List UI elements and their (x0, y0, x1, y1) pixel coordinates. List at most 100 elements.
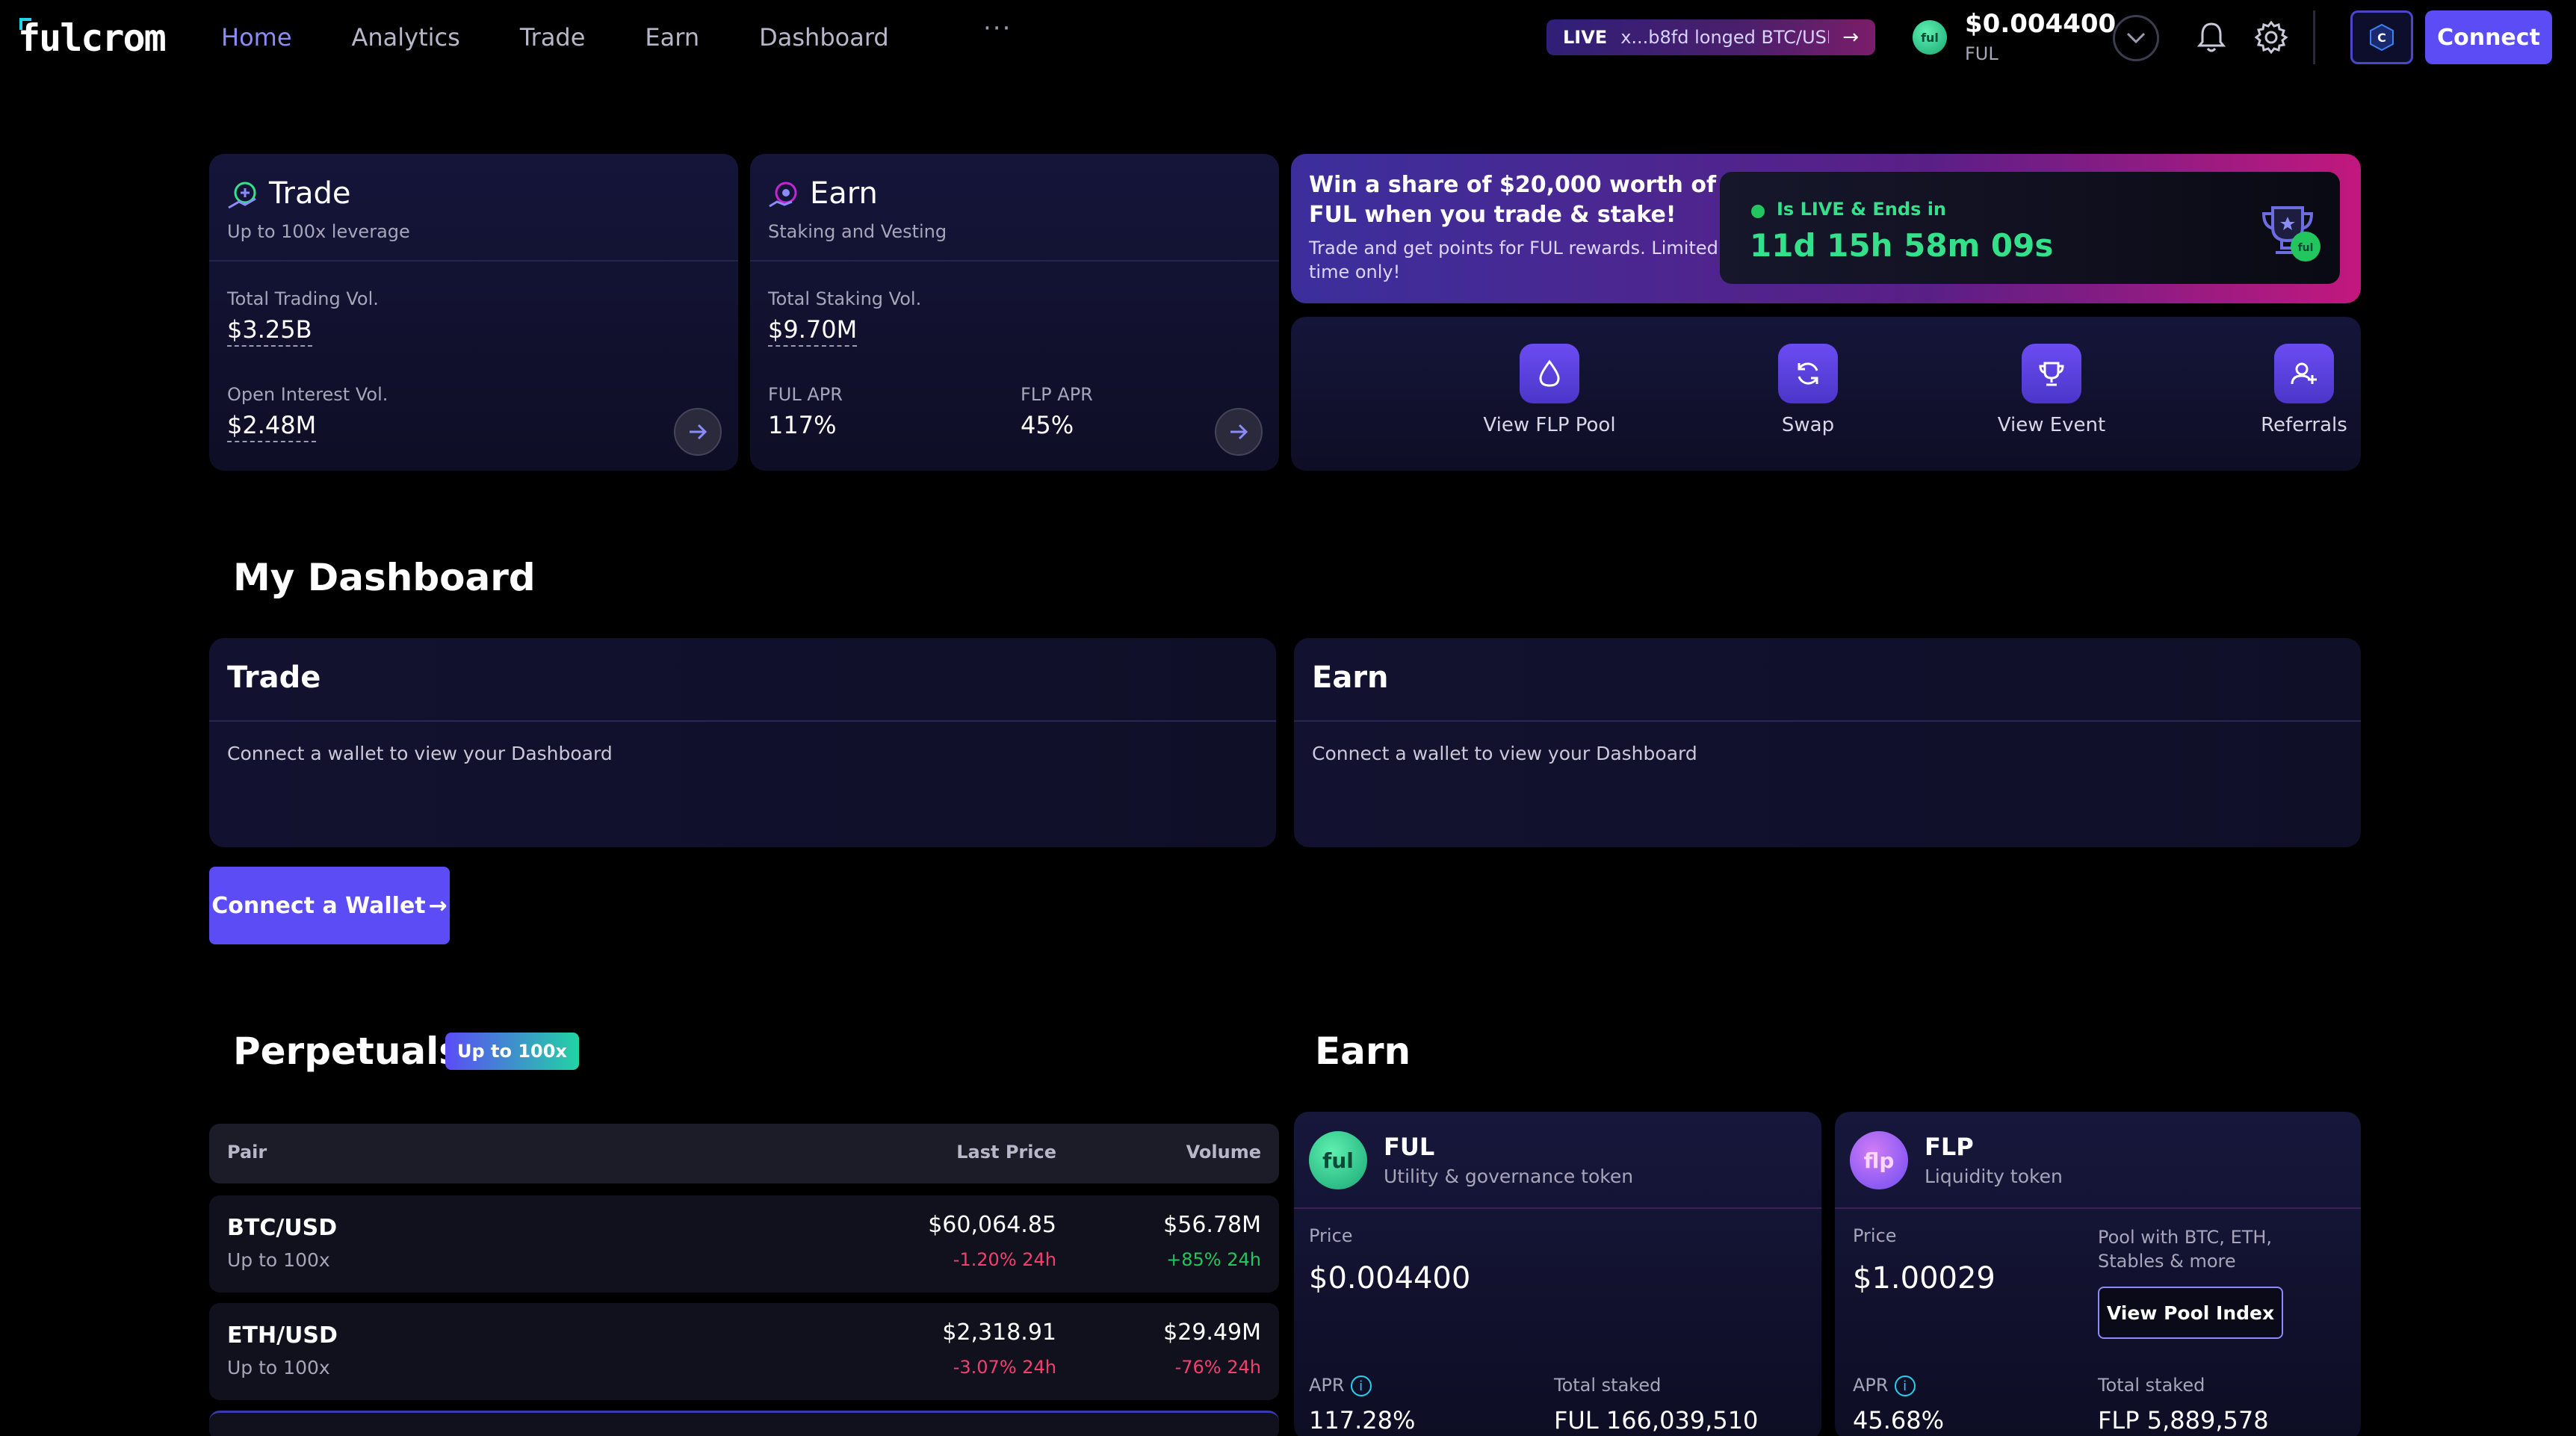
nav-links: Home Analytics Trade Earn Dashboard (221, 16, 949, 58)
volume: $56.78M (1163, 1212, 1261, 1238)
fulcrom-logo[interactable]: fulcrom (18, 12, 167, 64)
earn-go-button[interactable] (1215, 408, 1263, 456)
header-pair: Pair (227, 1142, 267, 1163)
connect-button[interactable]: Connect (2425, 10, 2552, 64)
view-flp-pool-link[interactable]: View FLP Pool (1460, 344, 1639, 436)
gear-icon[interactable] (2253, 19, 2289, 55)
network-selector-button[interactable]: C (2350, 10, 2413, 64)
nav-trade[interactable]: Trade (520, 16, 586, 58)
countdown-timer: 11d 15h 58m 09s (1750, 227, 2054, 264)
flp-apr-value: 45% (1021, 411, 1074, 439)
table-row-btc[interactable]: BTC/USD Up to 100x $60,064.85 -1.20% 24h… (209, 1195, 1279, 1293)
flp-token-card: flp FLP Liquidity token Price $1.00029 P… (1835, 1112, 2361, 1436)
token-dropdown-button[interactable] (2113, 15, 2159, 61)
trade-card-title: Trade (269, 176, 351, 211)
trophy-icon: ful (2261, 206, 2320, 261)
earn-section-title: Earn (1315, 1030, 1411, 1073)
promo-text: Win a share of $20,000 worth of FUL when… (1309, 170, 1727, 284)
ful-token-price: $0.004400 (1965, 9, 2117, 39)
ful-card-header: ful FUL Utility & governance token (1294, 1112, 1821, 1209)
promo-title: Win a share of $20,000 worth of FUL when… (1309, 172, 1717, 228)
volume: $29.49M (1163, 1319, 1261, 1346)
live-message: x...b8fd longed BTC/USD (1620, 27, 1830, 48)
flp-apr-label: APR i (1853, 1375, 1916, 1396)
logo-text: fulcrom (18, 16, 167, 60)
live-activity-ticker[interactable]: LIVE x...b8fd longed BTC/USD → (1546, 19, 1875, 55)
countdown-box: Is LIVE & Ends in 11d 15h 58m 09s ful (1720, 172, 2340, 284)
swap-link[interactable]: Swap (1718, 344, 1898, 436)
more-menu-icon[interactable]: ··· (983, 13, 1012, 43)
dashboard-trade-empty-message: Connect a wallet to view your Dashboard (227, 743, 613, 764)
nav-home[interactable]: Home (221, 16, 292, 58)
ful-price-label: Price (1309, 1225, 1353, 1246)
live-dot-icon (1751, 205, 1765, 218)
flp-desc: Liquidity token (1925, 1166, 2063, 1187)
dashboard-trade-title: Trade (227, 660, 321, 695)
referral-icon (2274, 344, 2334, 403)
nav-earn[interactable]: Earn (645, 16, 699, 58)
trade-card-header: Trade Up to 100x leverage (209, 154, 738, 261)
flp-name: FLP (1925, 1133, 1974, 1161)
ful-token-icon: ful (1913, 20, 1947, 55)
connect-wallet-button[interactable]: Connect a Wallet → (209, 867, 450, 944)
perpetuals-title: Perpetuals (233, 1030, 462, 1073)
view-event-link[interactable]: View Event (1962, 344, 2141, 436)
view-pool-index-button[interactable]: View Pool Index (2098, 1287, 2283, 1339)
ful-name: FUL (1384, 1133, 1435, 1161)
connect-wallet-label: Connect a Wallet (211, 892, 426, 919)
table-row-eth[interactable]: ETH/USD Up to 100x $2,318.91 -3.07% 24h … (209, 1303, 1279, 1400)
arrow-right-icon: → (428, 892, 448, 919)
table-row-partial (209, 1411, 1279, 1436)
svg-text:C: C (2377, 31, 2386, 45)
trade-go-button[interactable] (674, 408, 722, 456)
trade-card-subtitle: Up to 100x leverage (227, 221, 410, 242)
flp-logo-icon: flp (1850, 1131, 1908, 1189)
flp-card-header: flp FLP Liquidity token (1835, 1112, 2361, 1209)
volume-change: +85% 24h (1166, 1249, 1261, 1270)
nav-divider (2313, 10, 2315, 64)
earn-card-header: Earn Staking and Vesting (750, 154, 1279, 261)
ful-apr-value: 117.28% (1309, 1406, 1416, 1435)
pair-leverage: Up to 100x (227, 1357, 330, 1378)
flp-pool-text: Pool with BTC, ETH, Stables & more (2098, 1227, 2273, 1272)
info-icon[interactable]: i (1350, 1375, 1372, 1396)
perpetuals-table-header: Pair Last Price Volume (209, 1124, 1279, 1183)
swap-icon (1778, 344, 1838, 403)
top-navbar: fulcrom Home Analytics Trade Earn Dashbo… (0, 0, 2576, 75)
flp-price-label: Price (1853, 1225, 1897, 1246)
ful-logo-icon: ful (1309, 1131, 1367, 1189)
live-status-label: Is LIVE & Ends in (1777, 199, 1947, 220)
total-trading-vol-value[interactable]: $3.25B (227, 315, 312, 347)
nav-dashboard[interactable]: Dashboard (759, 16, 889, 58)
pair-leverage: Up to 100x (227, 1249, 330, 1271)
quick-link-label: View FLP Pool (1483, 414, 1616, 436)
dashboard-earn-header: Earn (1294, 638, 2361, 722)
ful-staked-label: Total staked (1554, 1375, 1662, 1396)
ful-apr-label-text: APR (1309, 1375, 1345, 1396)
bell-icon[interactable] (2193, 19, 2229, 55)
flp-staked-label: Total staked (2098, 1375, 2205, 1396)
trade-event-banner[interactable]: Win a share of $20,000 worth of FUL when… (1291, 154, 2361, 303)
dashboard-earn-card: Earn Connect a wallet to view your Dashb… (1294, 638, 2361, 847)
ful-desc: Utility & governance token (1384, 1166, 1634, 1187)
info-icon[interactable]: i (1894, 1375, 1916, 1396)
open-interest-vol-value[interactable]: $2.48M (227, 411, 317, 442)
chevron-down-icon (2126, 32, 2146, 44)
quick-links-panel: View FLP Pool Swap View Event Referrals (1291, 317, 2361, 471)
arrow-right-icon: → (1842, 26, 1859, 49)
promo-subtitle: Trade and get points for FUL rewards. Li… (1309, 238, 1718, 282)
volume-change: -76% 24h (1174, 1357, 1261, 1378)
pair-name: ETH/USD (227, 1322, 338, 1349)
nav-analytics[interactable]: Analytics (352, 16, 460, 58)
referrals-link[interactable]: Referrals (2214, 344, 2394, 436)
earn-card-title: Earn (810, 176, 878, 211)
my-dashboard-title: My Dashboard (233, 556, 536, 599)
earn-icon (769, 182, 797, 208)
trade-icon (228, 182, 256, 209)
ful-staked-value: FUL 166,039,510 (1554, 1406, 1759, 1435)
dashboard-earn-title: Earn (1312, 660, 1389, 695)
quick-link-label: Swap (1781, 414, 1835, 436)
promo-countdown-area: Is LIVE & Ends in 11d 15h 58m 09s ful (1720, 172, 2361, 285)
total-staking-vol-value[interactable]: $9.70M (768, 315, 858, 347)
earn-summary-card: Earn Staking and Vesting Total Staking V… (750, 154, 1279, 471)
